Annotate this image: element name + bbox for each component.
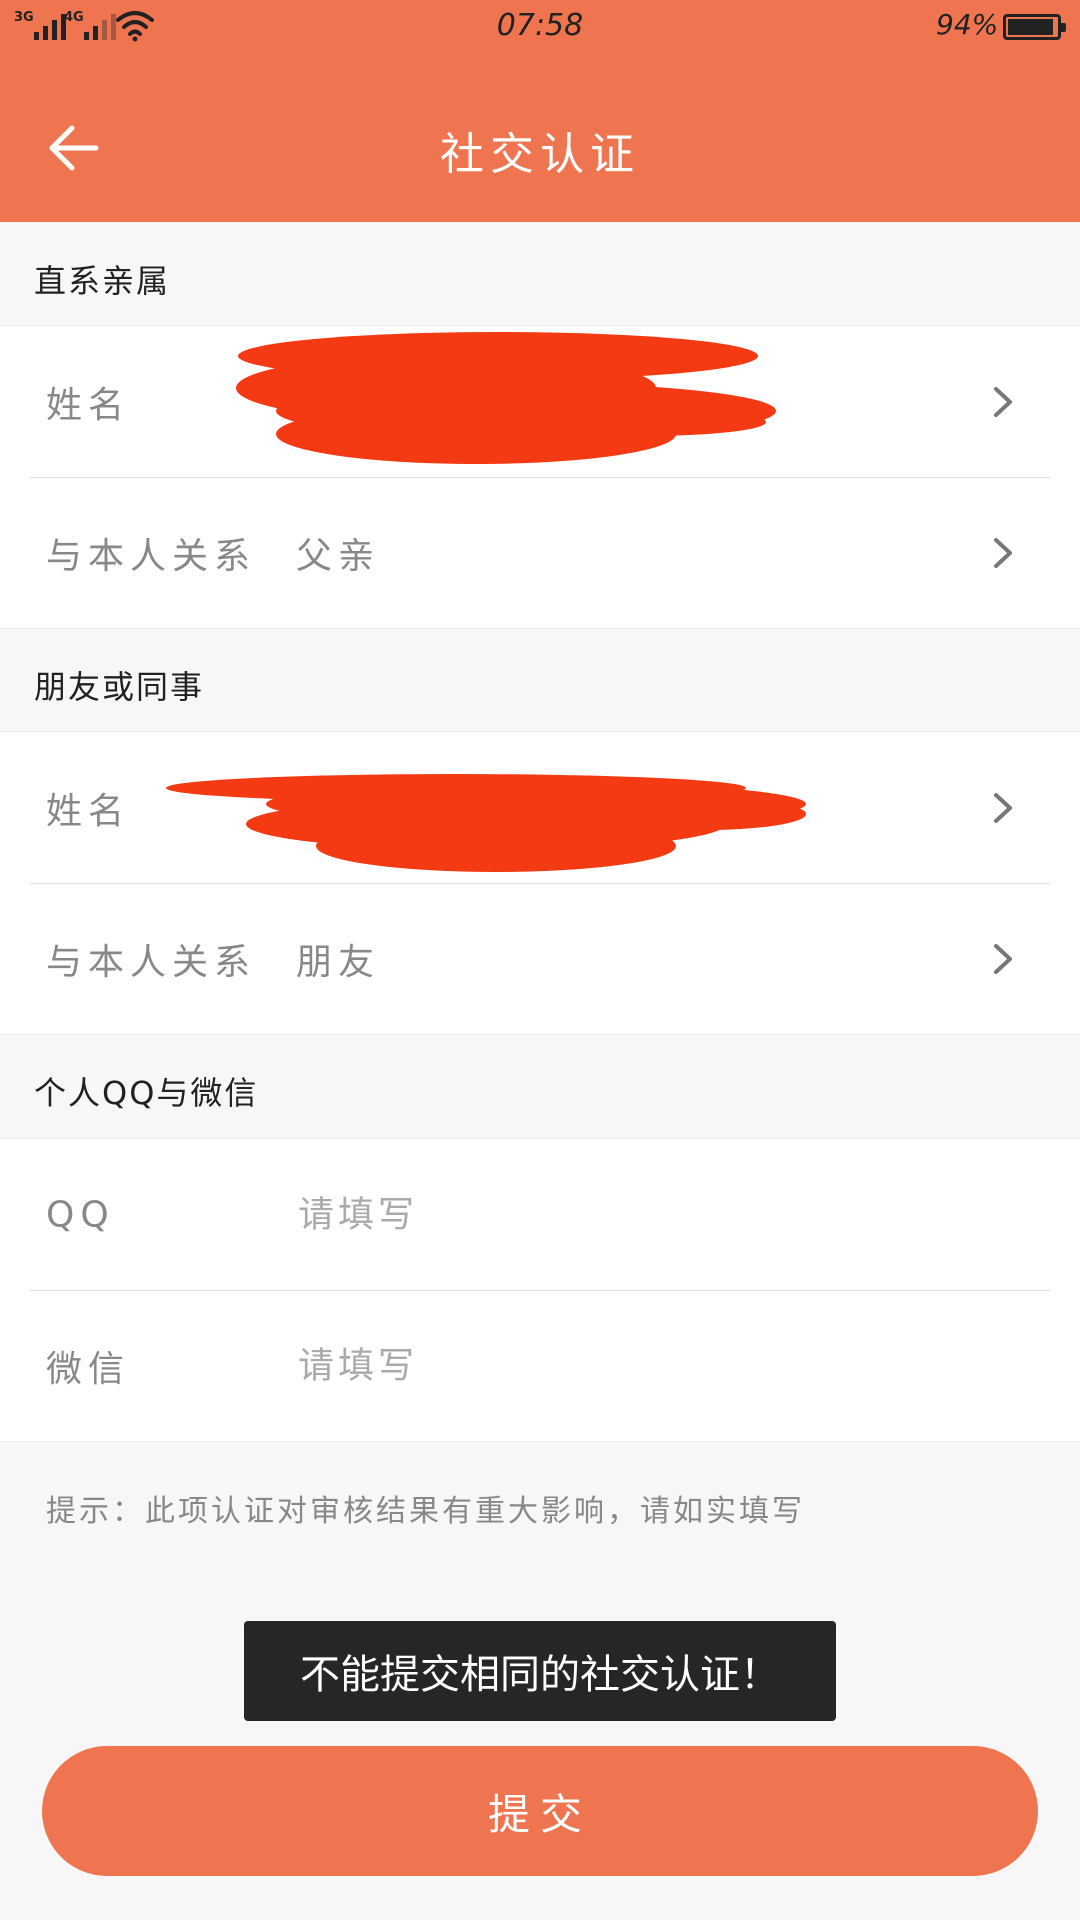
family-relation-label: 与本人关系 <box>46 536 257 577</box>
family-name-label: 姓名 <box>46 384 131 426</box>
status-bar: 3G 4G 07:58 94% <box>0 0 1080 52</box>
qq-label: QQ <box>46 1194 115 1235</box>
page-title: 社交认证 <box>440 129 640 180</box>
friend-relation-value: 朋友 <box>296 942 381 983</box>
section-title-qq-wechat: 个人QQ与微信 <box>34 1074 259 1112</box>
friend-name-label: 姓名 <box>46 790 131 832</box>
section-title-friend: 朋友或同事 <box>34 668 205 706</box>
family-relation-value: 父亲 <box>296 536 381 577</box>
family-name-row[interactable]: 姓名 <box>0 326 1080 477</box>
chevron-right-icon <box>994 792 1012 823</box>
qq-input[interactable] <box>298 1194 898 1235</box>
battery-percent: 94% <box>936 8 999 41</box>
friend-relation-label: 与本人关系 <box>46 942 257 983</box>
chevron-right-icon <box>994 944 1012 974</box>
wechat-input[interactable] <box>298 1345 898 1387</box>
submit-button[interactable]: 提交 <box>42 1746 1038 1876</box>
wechat-row: 微信 <box>30 1290 1050 1441</box>
friend-name-row[interactable]: 姓名 <box>0 732 1080 883</box>
redaction-scribble <box>166 774 806 872</box>
chevron-right-icon <box>994 386 1012 417</box>
qq-wechat-card: QQ 微信 <box>0 1138 1080 1442</box>
friend-relation-row[interactable]: 与本人关系 朋友 <box>30 883 1050 1034</box>
redaction-scribble <box>236 332 776 464</box>
family-relation-row[interactable]: 与本人关系 父亲 <box>30 477 1050 628</box>
family-card: 姓名 与本人关系 父亲 <box>0 325 1080 629</box>
battery-icon <box>1003 14 1066 40</box>
qq-row: QQ <box>0 1139 1080 1290</box>
friend-card: 姓名 与本人关系 朋友 <box>0 731 1080 1035</box>
app-header: 3G 4G 07:58 94% 社交认证 <box>0 0 1080 222</box>
hint-text: 提示：此项认证对审核结果有重大影响，请如实填写 <box>46 1494 805 1529</box>
toast-message: 不能提交相同的社交认证！ <box>244 1621 836 1721</box>
wechat-label: 微信 <box>46 1349 131 1390</box>
status-time: 07:58 <box>496 8 584 43</box>
section-title-family: 直系亲属 <box>34 262 171 300</box>
chevron-right-icon <box>994 538 1012 568</box>
